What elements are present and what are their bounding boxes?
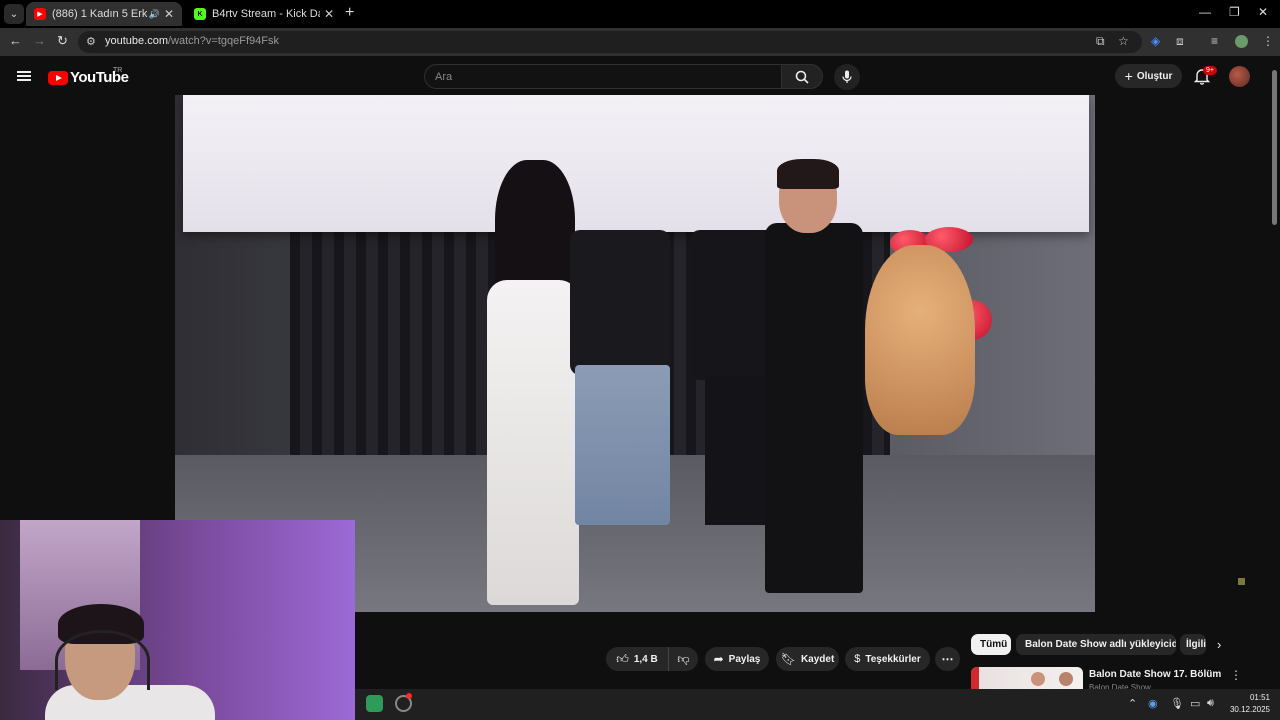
plus-icon: + <box>1124 68 1133 84</box>
forward-icon[interactable]: → <box>33 33 46 48</box>
dislike-button[interactable]: 👎︎ <box>668 647 698 671</box>
back-icon[interactable]: ← <box>9 33 22 48</box>
address-bar[interactable]: ⚙ youtube.com/watch?v=tgqeFf94Fsk ⧉ ☆ <box>78 31 1142 53</box>
like-count: 1,4 B <box>633 653 658 665</box>
tab-kick-dashboard[interactable]: K B4rtv Stream - Kick Dashboard ✕ <box>186 2 342 26</box>
tab-title: (886) 1 Kadın 5 Erkek Kıyafe <box>52 8 147 20</box>
youtube-favicon-icon: ▶ <box>34 8 46 20</box>
voice-search-button[interactable] <box>834 64 860 90</box>
close-window-icon[interactable]: ✕ <box>1258 5 1268 19</box>
steam-tray-icon[interactable]: ◉ <box>1148 697 1158 710</box>
bookmark-star-icon[interactable]: ☆ <box>1118 34 1129 48</box>
tab-youtube[interactable]: ▶ (886) 1 Kadın 5 Erkek Kıyafe 🔊 ✕ <box>26 2 182 26</box>
thanks-button[interactable]: $ Teşekkürler <box>845 647 930 671</box>
thumbs-down-icon: 👎︎ <box>677 651 690 666</box>
chip-label: Balon Date Show adlı yükleyiciden <box>1025 639 1176 650</box>
person-woman-outfit <box>487 280 579 605</box>
notification-badge: 9+ <box>1203 66 1217 75</box>
microphone-icon <box>842 70 852 83</box>
search-placeholder: Ara <box>435 71 453 83</box>
taskbar-app-icon[interactable] <box>366 695 383 712</box>
thumbs-up-icon: 👍︎ <box>616 651 629 666</box>
like-button[interactable]: 👍︎ 1,4 B <box>606 647 668 671</box>
profile-avatar[interactable] <box>1235 35 1248 48</box>
browser-tab-strip: ⌄ ▶ (886) 1 Kadın 5 Erkek Kıyafe 🔊 ✕ K B… <box>0 0 1280 28</box>
new-tab-icon[interactable]: + <box>345 4 354 22</box>
recommendation-thumbnail[interactable] <box>971 667 1083 690</box>
share-button[interactable]: ➦ Paylaş <box>705 647 769 671</box>
country-code: TR <box>113 67 123 74</box>
video-white-screen <box>183 95 1089 232</box>
more-horizontal-icon: ⋯ <box>941 652 954 666</box>
close-tab-icon[interactable]: ✕ <box>164 7 174 21</box>
url-host: youtube.com <box>105 35 168 47</box>
thumbnail-accent <box>971 667 979 690</box>
super-thanks-icon: $ <box>854 653 861 665</box>
recommendation-title[interactable]: Balon Date Show 17. Bölüm <box>1089 669 1221 680</box>
menu-kebab-icon[interactable]: ⋮ <box>1262 34 1274 48</box>
extension-icon[interactable]: ◈ <box>1151 34 1160 48</box>
chip-from-uploader[interactable]: Balon Date Show adlı yükleyiciden <box>1016 634 1176 655</box>
tray-expand-icon[interactable]: ⌃ <box>1128 697 1137 710</box>
media-controls-icon[interactable]: ≡ <box>1211 34 1218 48</box>
thumbnail-face <box>1059 672 1073 686</box>
recording-dot <box>406 693 412 699</box>
clock-time: 01:51 <box>1249 693 1270 702</box>
tab-search-button[interactable]: ⌄ <box>4 4 24 24</box>
save-label: Kaydet <box>800 653 835 665</box>
search-button[interactable] <box>781 64 823 89</box>
taskbar-clock[interactable]: 01:51 30.12.2025 <box>1220 692 1270 716</box>
account-avatar[interactable] <box>1229 66 1250 87</box>
save-button[interactable]: 🔖︎ Kaydet <box>776 647 839 671</box>
bookmark-icon: 🔖︎ <box>780 652 796 666</box>
thumbnail-face <box>1031 672 1045 686</box>
browser-toolbar: ← → ↻ ⚙ youtube.com/watch?v=tgqeFf94Fsk … <box>0 28 1280 56</box>
scrollbar-thumb[interactable] <box>1272 70 1277 225</box>
microphone-tray-icon[interactable]: 🎙︎ <box>1170 697 1184 710</box>
person-man-jeans <box>575 365 670 525</box>
install-app-icon[interactable]: ⧉ <box>1096 34 1105 49</box>
thanks-label: Teşekkürler <box>865 653 921 665</box>
windows-taskbar: ⌃ ◉ 🎙︎ ▭ 🔊︎ <box>355 689 1280 720</box>
youtube-header: YouTube TR Ara + Oluştur 9+ <box>0 57 1270 95</box>
speaker-icon[interactable]: 🔊 <box>149 9 160 20</box>
restore-icon[interactable]: ❐ <box>1229 5 1240 19</box>
kick-favicon-icon: K <box>194 8 206 20</box>
site-info-icon[interactable]: ⚙ <box>86 35 96 48</box>
person-host-hair <box>777 159 839 189</box>
create-label: Oluştur <box>1136 70 1173 82</box>
search-icon <box>795 70 809 84</box>
person-host-suit <box>765 223 863 593</box>
webcam-headset <box>55 630 150 690</box>
search-input[interactable]: Ara <box>424 64 782 89</box>
hamburger-menu-icon[interactable] <box>17 71 31 81</box>
teddy-bear <box>865 245 975 435</box>
share-arrow-icon: ➦ <box>713 652 724 666</box>
youtube-play-icon <box>48 70 68 85</box>
stream-watermark-icon <box>1238 578 1245 585</box>
url-text: youtube.com/watch?v=tgqeFf94Fsk <box>105 35 279 47</box>
volume-tray-icon[interactable]: 🔊︎ <box>1207 697 1214 710</box>
chip-related[interactable]: İlgili <box>1180 634 1206 655</box>
more-actions-button[interactable]: ⋯ <box>935 647 960 671</box>
more-vertical-icon[interactable]: ⋮ <box>1230 668 1242 682</box>
chip-all[interactable]: Tümü <box>971 634 1011 655</box>
display-tray-icon[interactable]: ▭ <box>1190 697 1200 710</box>
minimize-icon[interactable]: — <box>1199 5 1211 19</box>
clock-date: 30.12.2025 <box>1229 705 1270 714</box>
chevron-right-icon[interactable]: › <box>1217 637 1221 652</box>
extensions-puzzle-icon[interactable]: ⧈ <box>1176 34 1184 49</box>
chip-label: İlgili <box>1186 639 1206 650</box>
tab-title: B4rtv Stream - Kick Dashboard <box>212 8 320 20</box>
create-button[interactable]: + Oluştur <box>1115 64 1182 88</box>
reload-icon[interactable]: ↻ <box>57 33 68 49</box>
streamer-webcam <box>0 520 355 720</box>
person-man-jacket <box>570 230 670 375</box>
close-tab-icon[interactable]: ✕ <box>324 7 334 21</box>
url-path: /watch?v=tgqeFf94Fsk <box>167 35 279 47</box>
chip-label: Tümü <box>980 639 1008 650</box>
share-label: Paylaş <box>728 653 761 665</box>
webcam-shirt <box>45 685 215 720</box>
